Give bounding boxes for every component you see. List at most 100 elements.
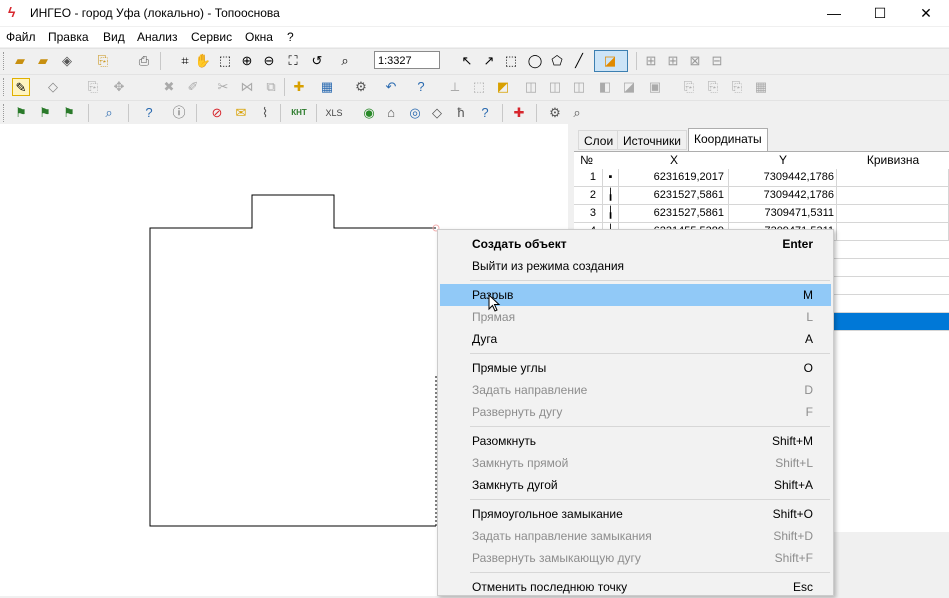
menu-item-close-line[interactable]: Замкнуть прямой Shift+L (440, 452, 831, 474)
subtract-icon[interactable]: ◫ (570, 78, 588, 96)
export-xls-button[interactable]: XLS (322, 104, 346, 122)
minimize-button[interactable]: — (811, 0, 857, 26)
new-file-icon[interactable]: ▰ (11, 52, 29, 70)
plus-circle-icon[interactable]: ✚ (510, 104, 528, 122)
attr-copy-icon[interactable]: ⎘ (680, 78, 698, 96)
delete-object-icon[interactable]: ✖ (160, 78, 178, 96)
zoom-previous-icon[interactable]: ↺ (308, 52, 326, 70)
scale-input[interactable]: 1:3327 (374, 51, 440, 69)
create-object-tool-button[interactable]: ◪ (594, 50, 628, 72)
diamond-nav-icon[interactable]: ◇ (428, 104, 446, 122)
union-icon[interactable]: ◫ (522, 78, 540, 96)
menu-item-flip-arc[interactable]: Развернуть дугу F (440, 401, 831, 423)
intersect-icon[interactable]: ◫ (546, 78, 564, 96)
move-object-icon[interactable]: ✥ (110, 78, 128, 96)
network-icon[interactable]: ⚙ (546, 104, 564, 122)
map-tool-icon[interactable]: ◎ (406, 104, 424, 122)
undo-icon[interactable]: ↶ (382, 78, 400, 96)
menu-item-create-object[interactable]: Создать объект Enter (440, 233, 831, 255)
select-lasso-icon[interactable]: ◯ (526, 52, 544, 70)
copy-object-icon[interactable]: ⎘ (84, 78, 102, 96)
tab-sources[interactable]: Источники (617, 130, 687, 150)
menu-analysis[interactable]: Анализ (137, 30, 178, 44)
menu-item-rect-close[interactable]: Прямоугольное замыкание Shift+O (440, 503, 831, 525)
menu-item-flip-close-arc[interactable]: Развернуть замыкающую дугу Shift+F (440, 547, 831, 569)
flag-list-icon[interactable]: ⚑ (60, 104, 78, 122)
flag-icon[interactable]: ⚑ (12, 104, 30, 122)
menu-item-right-angles[interactable]: Прямые углы O (440, 357, 831, 379)
new-object-icon[interactable]: ✎ (12, 78, 30, 96)
column-header-x[interactable]: X (619, 152, 729, 169)
xor-icon[interactable]: ◧ (596, 78, 614, 96)
search-icon[interactable]: ⌕ (100, 104, 118, 122)
tab-coordinates[interactable]: Координаты (688, 128, 768, 151)
attr-clear-icon[interactable]: ⎘ (728, 78, 746, 96)
properties-icon[interactable]: ⎘ (94, 52, 112, 70)
zoom-extent-icon[interactable]: ⛶ (284, 52, 302, 70)
table-row[interactable]: 2 ╽ 6231527,5861 7309442,1786 (574, 187, 949, 205)
help-pointer-icon[interactable]: ? (412, 78, 430, 96)
flag-move-icon[interactable]: ⚑ (36, 104, 54, 122)
help-icon[interactable]: ? (476, 104, 494, 122)
layers-icon[interactable]: ◈ (58, 52, 76, 70)
toolbar-grip[interactable] (3, 52, 7, 70)
split-icon[interactable]: ✂ (214, 78, 232, 96)
knt-button[interactable]: КНТ (288, 104, 310, 122)
table-row[interactable]: 1 ▪ 6231619,2017 7309442,1786 (574, 169, 949, 187)
zoom-scale-icon[interactable]: ⌕ (336, 52, 354, 70)
topology-2-icon[interactable]: ⊞ (664, 52, 682, 70)
measure-icon[interactable]: ⟂ (446, 78, 464, 96)
toolbar-grip[interactable] (3, 104, 7, 122)
menu-item-open[interactable]: Разомкнуть Shift+M (440, 430, 831, 452)
zoom-box-icon[interactable]: ⬚ (216, 52, 234, 70)
topology-3-icon[interactable]: ⊠ (686, 52, 704, 70)
pointer-node-icon[interactable]: ↗ (480, 52, 498, 70)
close-button[interactable]: ✕ (903, 0, 949, 26)
print-icon[interactable]: ⎙ (135, 52, 153, 70)
home-icon[interactable]: ⌂ (382, 104, 400, 122)
menu-item-undo-last-point[interactable]: Отменить последнюю точку Esc (440, 576, 831, 598)
topology-icon[interactable]: ⊞ (642, 52, 660, 70)
clip-icon[interactable]: ◪ (620, 78, 638, 96)
pointer-icon[interactable]: ↖ (458, 52, 476, 70)
menu-item-arc[interactable]: Дуга A (440, 328, 831, 350)
highlight-icon[interactable]: ◩ (494, 78, 512, 96)
select-frame-icon[interactable]: ⌗ (176, 52, 194, 70)
menu-help[interactable]: ? (287, 30, 294, 44)
open-folder-icon[interactable]: ▰ (34, 52, 52, 70)
edit-node-icon[interactable]: ✐ (184, 78, 202, 96)
column-header-number[interactable]: № (574, 152, 599, 169)
maximize-button[interactable]: ☐ (857, 0, 903, 26)
menu-item-close-arc[interactable]: Замкнуть дугой Shift+A (440, 474, 831, 496)
select-line-icon[interactable]: ╱ (570, 52, 588, 70)
height-icon[interactable]: ħ (452, 104, 470, 122)
table-row[interactable]: 3 ╽ 6231527,5861 7309471,5311 (574, 205, 949, 223)
merge-icon[interactable]: ⋈ (238, 78, 256, 96)
select-rect-icon[interactable]: ⬚ (502, 52, 520, 70)
column-header-y[interactable]: Y (729, 152, 837, 169)
route-icon[interactable]: ⌇ (256, 104, 274, 122)
topology-4-icon[interactable]: ⊟ (708, 52, 726, 70)
note-icon[interactable]: ✉ (232, 104, 250, 122)
table-icon[interactable]: ▦ (318, 78, 336, 96)
join-icon[interactable]: ⧉ (262, 78, 280, 96)
buffer-icon[interactable]: ▣ (646, 78, 664, 96)
settings-icon[interactable]: ⚙ (352, 78, 370, 96)
add-layer-icon[interactable]: ✚ (290, 78, 308, 96)
query-icon[interactable]: ? (140, 104, 158, 122)
menu-edit[interactable]: Правка (48, 30, 89, 44)
select-polygon-icon[interactable]: ⬠ (548, 52, 566, 70)
menu-item-close-direction[interactable]: Задать направление замыкания Shift+D (440, 525, 831, 547)
toolbar-grip[interactable] (3, 78, 7, 96)
forbid-icon[interactable]: ⊘ (208, 104, 226, 122)
pan-hand-icon[interactable]: ✋ (194, 52, 212, 70)
menu-windows[interactable]: Окна (245, 30, 273, 44)
zoom-in-icon[interactable]: ⊕ (238, 52, 256, 70)
column-header-curvature[interactable]: Кривизна (837, 152, 949, 169)
area-icon[interactable]: ⬚ (470, 78, 488, 96)
object-props-icon[interactable]: ◇ (44, 78, 62, 96)
menu-item-set-direction[interactable]: Задать направление D (440, 379, 831, 401)
tab-layers[interactable]: Слои (578, 130, 620, 150)
menu-item-exit-create-mode[interactable]: Выйти из режима создания (440, 255, 831, 277)
globe-icon[interactable]: ◉ (360, 104, 378, 122)
